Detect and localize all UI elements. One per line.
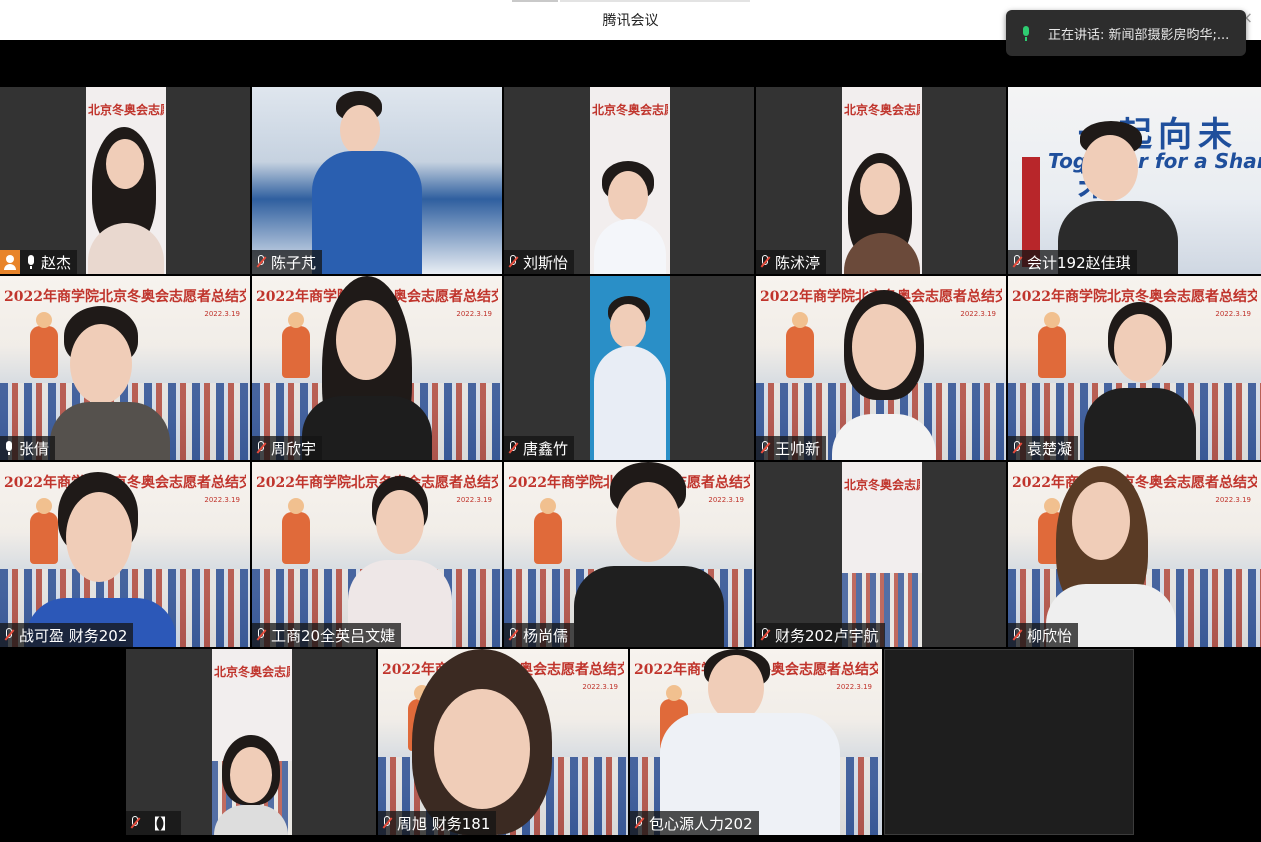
background-banner: 北京冬奥会志愿 <box>214 665 290 679</box>
background-date: 2022.3.19 <box>836 683 872 691</box>
background-date: 2022.3.19 <box>456 310 492 318</box>
empty-video-tile <box>884 649 1134 835</box>
host-icon <box>0 250 20 274</box>
background-banner: 北京冬奥会志愿 <box>592 103 668 117</box>
participant-name: 周旭 财务181 <box>397 814 491 833</box>
background-slogan: Together for a Shared Future <box>1048 149 1261 173</box>
video-tile[interactable]: 北京冬奥会志愿 陈沭渟 <box>756 87 1006 274</box>
participant-name-tag: 财务202卢宇航 <box>756 623 885 647</box>
video-tile[interactable]: 2022年商学院北京冬奥会志愿者总结交流会2022.3.19 杨尚儒 <box>504 462 754 647</box>
microphone-muted-icon <box>760 441 770 455</box>
microphone-muted-icon <box>256 628 266 642</box>
participant-name-tag: 陈子芃 <box>252 250 323 274</box>
microphone-muted-icon <box>1012 628 1022 642</box>
participant-name: 唐鑫竹 <box>523 439 569 458</box>
participant-name-tag: 张倩 <box>0 436 56 460</box>
participant-name: 周欣宇 <box>271 439 317 458</box>
background-date: 2022.3.19 <box>204 496 240 504</box>
participant-name: 包心源人力202 <box>649 814 753 833</box>
participant-name-tag: 唐鑫竹 <box>504 436 575 460</box>
participant-name: 工商20全英吕文婕 <box>271 626 396 645</box>
microphone-muted-icon <box>4 628 14 642</box>
microphone-muted-icon <box>382 816 392 830</box>
participant-name: 赵杰 <box>41 253 72 272</box>
participant-name: 王帅新 <box>775 439 821 458</box>
video-tile[interactable]: 北京冬奥会志愿 赵杰 <box>0 87 250 274</box>
participant-name: 财务202卢宇航 <box>775 626 879 645</box>
video-tile[interactable]: 2022年商学院北京冬奥会志愿者总结交流会2022.3.19 战可盈 财务202 <box>0 462 250 647</box>
microphone-muted-icon <box>634 816 644 830</box>
participant-name: 张倩 <box>19 439 50 458</box>
video-tile[interactable]: 2022年商学院北京冬奥会志愿者总结交流会2022.3.19 柳欣怡 <box>1008 462 1261 647</box>
participant-name-tag: 周旭 财务181 <box>378 811 497 835</box>
participant-name: 【】 <box>145 814 176 833</box>
microphone-icon <box>1020 26 1032 41</box>
participant-name-tag: 包心源人力202 <box>630 811 759 835</box>
microphone-icon <box>4 441 14 455</box>
microphone-muted-icon <box>256 255 266 269</box>
participant-name-tag: 柳欣怡 <box>1008 623 1079 647</box>
microphone-muted-icon <box>760 255 770 269</box>
tab-indicator <box>512 0 558 2</box>
video-tile[interactable]: 2022年商学院北京冬奥会志愿者总结交流会2022.3.19 袁楚凝 <box>1008 276 1261 460</box>
video-tile[interactable]: 2022年商学院北京冬奥会志愿者总结交流会2022.3.19 包心源人力202 <box>630 649 882 835</box>
microphone-muted-icon <box>1012 255 1022 269</box>
participant-name-tag: 刘斯怡 <box>504 250 575 274</box>
participant-name: 陈沭渟 <box>775 253 821 272</box>
video-tile[interactable]: 唐鑫竹 <box>504 276 754 460</box>
participant-name-tag: 战可盈 财务202 <box>0 623 134 647</box>
participant-name: 战可盈 财务202 <box>19 626 128 645</box>
microphone-muted-icon <box>508 441 518 455</box>
microphone-muted-icon <box>508 628 518 642</box>
microphone-muted-icon <box>256 441 266 455</box>
video-tile[interactable]: 2022年商学院北京冬奥会志愿者总结交流会2022.3.19 工商20全英吕文婕 <box>252 462 502 647</box>
participant-name: 杨尚儒 <box>523 626 569 645</box>
participant-name-tag: 陈沭渟 <box>756 250 827 274</box>
background-banner: 北京冬奥会志愿 <box>844 478 920 492</box>
participant-name: 陈子芃 <box>271 253 317 272</box>
video-tile[interactable]: 2022年商学院北京冬奥会志愿者总结交流会2022.3.19 周欣宇 <box>252 276 502 460</box>
video-tile[interactable]: 2022年商学院北京冬奥会志愿者总结交流会 2022.3.19 张倩 <box>0 276 250 460</box>
participant-name-tag: 周欣宇 <box>252 436 323 460</box>
participant-name-tag: 王帅新 <box>756 436 827 460</box>
microphone-muted-icon <box>1012 441 1022 455</box>
microphone-muted-icon <box>760 628 770 642</box>
tab-indicator-2 <box>560 0 750 2</box>
microphone-muted-icon <box>508 255 518 269</box>
participant-name: 会计192赵佳琪 <box>1027 253 1131 272</box>
participant-name-tag: 袁楚凝 <box>1008 436 1079 460</box>
background-date: 2022.3.19 <box>1215 496 1251 504</box>
video-tile[interactable]: 北京冬奥会志愿 刘斯怡 <box>504 87 754 274</box>
background-date: 2022.3.19 <box>960 310 996 318</box>
microphone-icon <box>26 255 36 269</box>
speaking-indicator[interactable]: 正在讲话: 新闻部摄影房昀华;... <box>1006 10 1246 56</box>
background-date: 2022.3.19 <box>1215 310 1251 318</box>
speaking-text: 正在讲话: 新闻部摄影房昀华;... <box>1048 27 1230 43</box>
participant-name-tag: 工商20全英吕文婕 <box>252 623 402 647</box>
microphone-muted-icon <box>130 816 140 830</box>
background-date: 2022.3.19 <box>708 496 744 504</box>
background-date: 2022.3.19 <box>456 496 492 504</box>
participant-name-tag: 会计192赵佳琪 <box>1008 250 1137 274</box>
background-banner: 北京冬奥会志愿 <box>88 103 164 117</box>
background-banner: 北京冬奥会志愿 <box>844 103 920 117</box>
video-tile[interactable]: 2022年商学院北京冬奥会志愿者总结交流会2022.3.19 周旭 财务181 <box>378 649 628 835</box>
participant-name: 刘斯怡 <box>523 253 569 272</box>
participant-name-tag: 杨尚儒 <box>504 623 575 647</box>
participant-name-tag: 【】 <box>126 811 182 835</box>
background-date: 2022.3.19 <box>582 683 618 691</box>
participant-name: 柳欣怡 <box>1027 626 1073 645</box>
video-tile[interactable]: 北京冬奥会志愿 【】 <box>126 649 376 835</box>
background-date: 2022.3.19 <box>204 310 240 318</box>
video-tile[interactable]: 一起向未来 Together for a Shared Future 会计192… <box>1008 87 1261 274</box>
participant-name-tag: 赵杰 <box>0 250 78 274</box>
video-tile[interactable]: 陈子芃 <box>252 87 502 274</box>
background-banner: 2022年商学院北京冬奥会志愿者总结交流会 <box>4 289 246 305</box>
video-tile[interactable]: 2022年商学院北京冬奥会志愿者总结交流会2022.3.19 王帅新 <box>756 276 1006 460</box>
video-tile[interactable]: 北京冬奥会志愿 财务202卢宇航 <box>756 462 1006 647</box>
participant-name: 袁楚凝 <box>1027 439 1073 458</box>
